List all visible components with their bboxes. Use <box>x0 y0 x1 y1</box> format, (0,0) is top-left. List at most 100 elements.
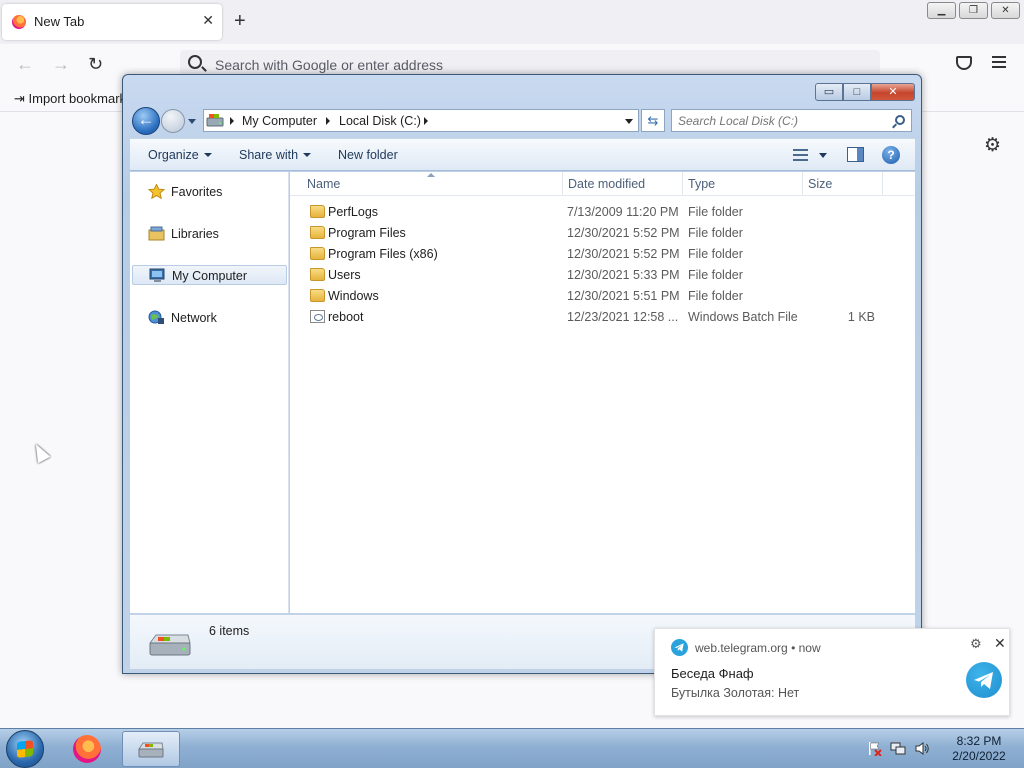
file-name: reboot <box>328 310 364 324</box>
organize-button[interactable]: Organize <box>148 148 212 162</box>
column-header-name[interactable]: Name <box>307 177 340 191</box>
column-header-size[interactable]: Size <box>808 177 832 191</box>
close-button[interactable]: ✕ <box>991 2 1020 19</box>
breadcrumb-my-computer[interactable]: My Computer <box>242 114 317 128</box>
hamburger-menu-icon[interactable] <box>992 56 1006 68</box>
firefox-tab-bar: New Tab ✕ + ▁ ❐ ✕ <box>0 0 1024 44</box>
network-status-icon[interactable] <box>890 741 906 756</box>
taskbar: 8:32 PM 2/20/2022 <box>0 728 1024 768</box>
volume-icon[interactable] <box>914 741 930 756</box>
address-dropdown-chevron-down-icon[interactable] <box>625 119 633 124</box>
file-name: PerfLogs <box>328 205 379 219</box>
new-tab-settings-gear-icon[interactable]: ⚙ <box>984 134 1001 157</box>
system-tray <box>866 741 930 757</box>
explorer-maximize-button[interactable]: □ <box>843 83 871 101</box>
column-header-type[interactable]: Type <box>688 177 715 191</box>
file-name: Program Files <box>328 226 406 240</box>
notification-origin: web.telegram.org • now <box>695 641 821 655</box>
refresh-button[interactable]: ⇆ <box>641 109 665 132</box>
file-type: File folder <box>688 247 743 261</box>
search-icon[interactable] <box>895 115 905 125</box>
tab-title: New Tab <box>34 14 85 29</box>
nav-item-network[interactable]: Network <box>132 308 287 328</box>
notification-settings-gear-icon[interactable]: ⚙ <box>970 636 982 652</box>
windows-logo-icon <box>17 740 33 758</box>
back-button[interactable]: ← <box>16 54 34 75</box>
pocket-icon[interactable] <box>956 56 972 70</box>
file-date: 12/30/2021 5:33 PM <box>567 268 680 282</box>
hard-drive-icon <box>149 634 191 656</box>
notification-close-icon[interactable]: ✕ <box>994 635 1006 652</box>
table-row[interactable]: Windows 12/30/2021 5:51 PM File folder <box>290 286 915 307</box>
clock-time: 8:32 PM <box>956 734 1002 748</box>
file-type: File folder <box>688 205 743 219</box>
explorer-forward-button[interactable] <box>161 109 185 133</box>
file-name: Windows <box>328 289 379 303</box>
libraries-icon <box>148 226 165 241</box>
start-button[interactable] <box>6 730 44 768</box>
explorer-back-button[interactable]: ← <box>132 107 160 135</box>
tab-new-tab[interactable]: New Tab ✕ <box>2 4 222 40</box>
table-row[interactable]: reboot 12/23/2021 12:58 ... Windows Batc… <box>290 307 915 328</box>
breadcrumb-separator-icon[interactable] <box>424 117 428 125</box>
notification-toast[interactable]: web.telegram.org • now ⚙ ✕ Беседа Фнаф Б… <box>654 628 1010 716</box>
tab-close-icon[interactable]: ✕ <box>202 12 214 29</box>
telegram-logo-icon <box>966 662 1002 698</box>
computer-icon <box>149 268 165 282</box>
taskbar-firefox[interactable] <box>60 731 118 767</box>
file-name: Program Files (x86) <box>328 247 438 261</box>
file-date: 12/30/2021 5:52 PM <box>567 247 680 261</box>
explorer-close-button[interactable]: ✕ <box>871 83 915 101</box>
nav-item-my-computer[interactable]: My Computer <box>132 265 287 285</box>
folder-icon <box>310 289 325 302</box>
folder-icon <box>310 226 325 239</box>
nav-item-favorites[interactable]: Favorites <box>132 182 287 202</box>
file-date: 12/23/2021 12:58 ... <box>567 310 679 324</box>
breadcrumb-separator-icon[interactable] <box>230 117 234 125</box>
view-options-chevron-down-icon[interactable] <box>819 153 827 158</box>
nav-item-libraries[interactable]: Libraries <box>132 224 287 244</box>
column-divider[interactable] <box>882 172 883 196</box>
table-row[interactable]: Program Files 12/30/2021 5:52 PM File fo… <box>290 223 915 244</box>
folder-icon <box>310 205 325 218</box>
address-bar[interactable]: My Computer Local Disk (C:) <box>203 109 639 132</box>
column-divider[interactable] <box>802 172 803 196</box>
explorer-minimize-button[interactable]: ▭ <box>815 83 843 101</box>
new-folder-button[interactable]: New folder <box>338 148 398 162</box>
file-date: 12/30/2021 5:51 PM <box>567 289 680 303</box>
table-row[interactable]: PerfLogs 7/13/2009 11:20 PM File folder <box>290 202 915 223</box>
table-row[interactable]: Program Files (x86) 12/30/2021 5:52 PM F… <box>290 244 915 265</box>
system-clock[interactable]: 8:32 PM 2/20/2022 <box>944 734 1014 764</box>
help-icon[interactable]: ? <box>882 146 900 164</box>
preview-pane-icon[interactable] <box>847 147 864 162</box>
column-header-date-modified[interactable]: Date modified <box>568 177 645 191</box>
navigation-pane: Favorites Libraries My Computer Network <box>130 172 289 613</box>
firefox-favicon-icon <box>12 15 26 29</box>
firefox-window-controls: ▁ ❐ ✕ <box>927 2 1020 19</box>
column-divider[interactable] <box>562 172 563 196</box>
telegram-icon <box>671 639 688 656</box>
column-header-row: Name Date modified Type Size <box>290 172 915 196</box>
notification-body: Бутылка Золотая: Нет <box>671 686 800 700</box>
chevron-down-icon <box>203 153 212 157</box>
mouse-cursor-icon <box>29 440 51 464</box>
share-with-button[interactable]: Share with <box>239 148 312 162</box>
file-date: 7/13/2009 11:20 PM <box>567 205 679 219</box>
explorer-search-input[interactable] <box>676 111 886 130</box>
file-type: File folder <box>688 268 743 282</box>
breadcrumb-separator-icon[interactable] <box>326 117 330 125</box>
table-row[interactable]: Users 12/30/2021 5:33 PM File folder <box>290 265 915 286</box>
action-center-flag-icon[interactable] <box>866 741 882 757</box>
forward-button[interactable]: → <box>52 54 70 75</box>
new-tab-button[interactable]: + <box>234 9 246 33</box>
column-divider[interactable] <box>682 172 683 196</box>
minimize-button[interactable]: ▁ <box>927 2 956 19</box>
change-view-icon[interactable] <box>793 149 808 161</box>
sort-ascending-icon <box>427 173 435 177</box>
file-size: 1 KB <box>847 310 875 324</box>
restore-button[interactable]: ❐ <box>959 2 988 19</box>
breadcrumb-local-disk[interactable]: Local Disk (C:) <box>339 114 421 128</box>
reload-button[interactable]: ↻ <box>88 54 103 75</box>
recent-pages-chevron-down-icon[interactable] <box>188 119 196 124</box>
taskbar-explorer[interactable] <box>122 731 180 767</box>
